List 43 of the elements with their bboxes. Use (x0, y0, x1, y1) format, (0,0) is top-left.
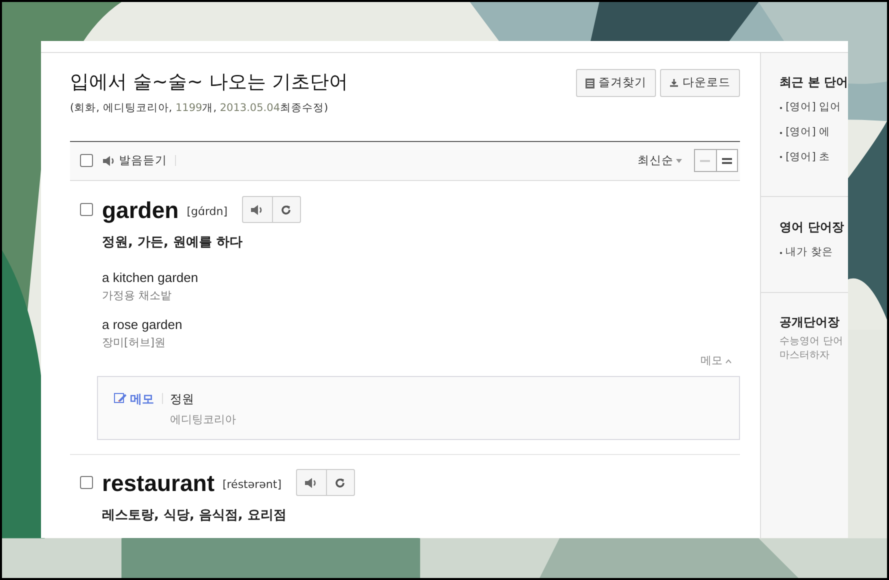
speaker-icon (250, 204, 264, 216)
word-heading: garden (102, 196, 179, 224)
memo-toggle[interactable]: 메모 (700, 353, 732, 370)
word-heading: restaurant (102, 468, 214, 497)
checkbox[interactable] (80, 476, 93, 490)
refresh-icon (280, 204, 292, 216)
sidebar-description: 수능영어 단어 (780, 335, 844, 349)
listen-button[interactable]: 발음듣기 (102, 152, 167, 170)
speaker-icon (304, 476, 318, 489)
caret-up-icon (724, 359, 732, 364)
download-button[interactable]: 다운로드 (660, 69, 740, 97)
sidebar-heading: 영어 단어장 (780, 219, 845, 236)
example-sentence: a kitchen garden (102, 269, 200, 288)
caret-icon (676, 158, 682, 163)
sidebar-heading: 최근 본 단어 (780, 74, 848, 91)
checkbox[interactable] (80, 203, 93, 216)
example-translation: 가정용 채소밭 (102, 288, 172, 304)
bookmark-button[interactable]: 즐겨찾기 (576, 69, 656, 97)
detail-view-button[interactable] (716, 150, 737, 172)
example-sentence: a rose garden (102, 316, 184, 334)
sidebar-link[interactable]: [영어] 입어 (786, 100, 842, 116)
pronunciation: [gɑ́rdn] (186, 204, 228, 220)
pronunciation: [réstərənt] (222, 476, 282, 492)
sidebar-link[interactable]: 내가 찾은 (786, 245, 833, 261)
page-title: 입에서 술~술~ 나오는 기초단어 (70, 70, 348, 95)
word-meaning: 정원, 가든, 원예를 하다 (102, 234, 244, 252)
memo-author: 에디팅코리아 (170, 412, 236, 428)
sidebar-link[interactable]: [영어] 에 (786, 124, 830, 140)
download-icon (668, 78, 679, 88)
sidebar-description: 마스터하자 (780, 349, 831, 363)
list-meta: (회화, 에디팅코리아, 1199개, 2013.05.04최종수정) (70, 101, 330, 116)
speaker-icon (102, 154, 116, 167)
sidebar-heading: 공개단어장 (780, 314, 841, 331)
memo-label: 메모 (114, 390, 154, 439)
sort-dropdown[interactable]: 최신순 (638, 152, 682, 170)
memo-icon (114, 392, 127, 404)
list-icon (584, 78, 595, 88)
example-translation: 장미[허브]원 (102, 334, 167, 351)
memo-text: 정원 (170, 390, 195, 408)
sidebar-link[interactable]: [영어] 초 (786, 150, 830, 166)
word-meaning: 레스토랑, 식당, 음식점, 요리점 (102, 506, 288, 525)
checkbox[interactable] (80, 154, 93, 168)
refresh-icon (334, 476, 346, 489)
